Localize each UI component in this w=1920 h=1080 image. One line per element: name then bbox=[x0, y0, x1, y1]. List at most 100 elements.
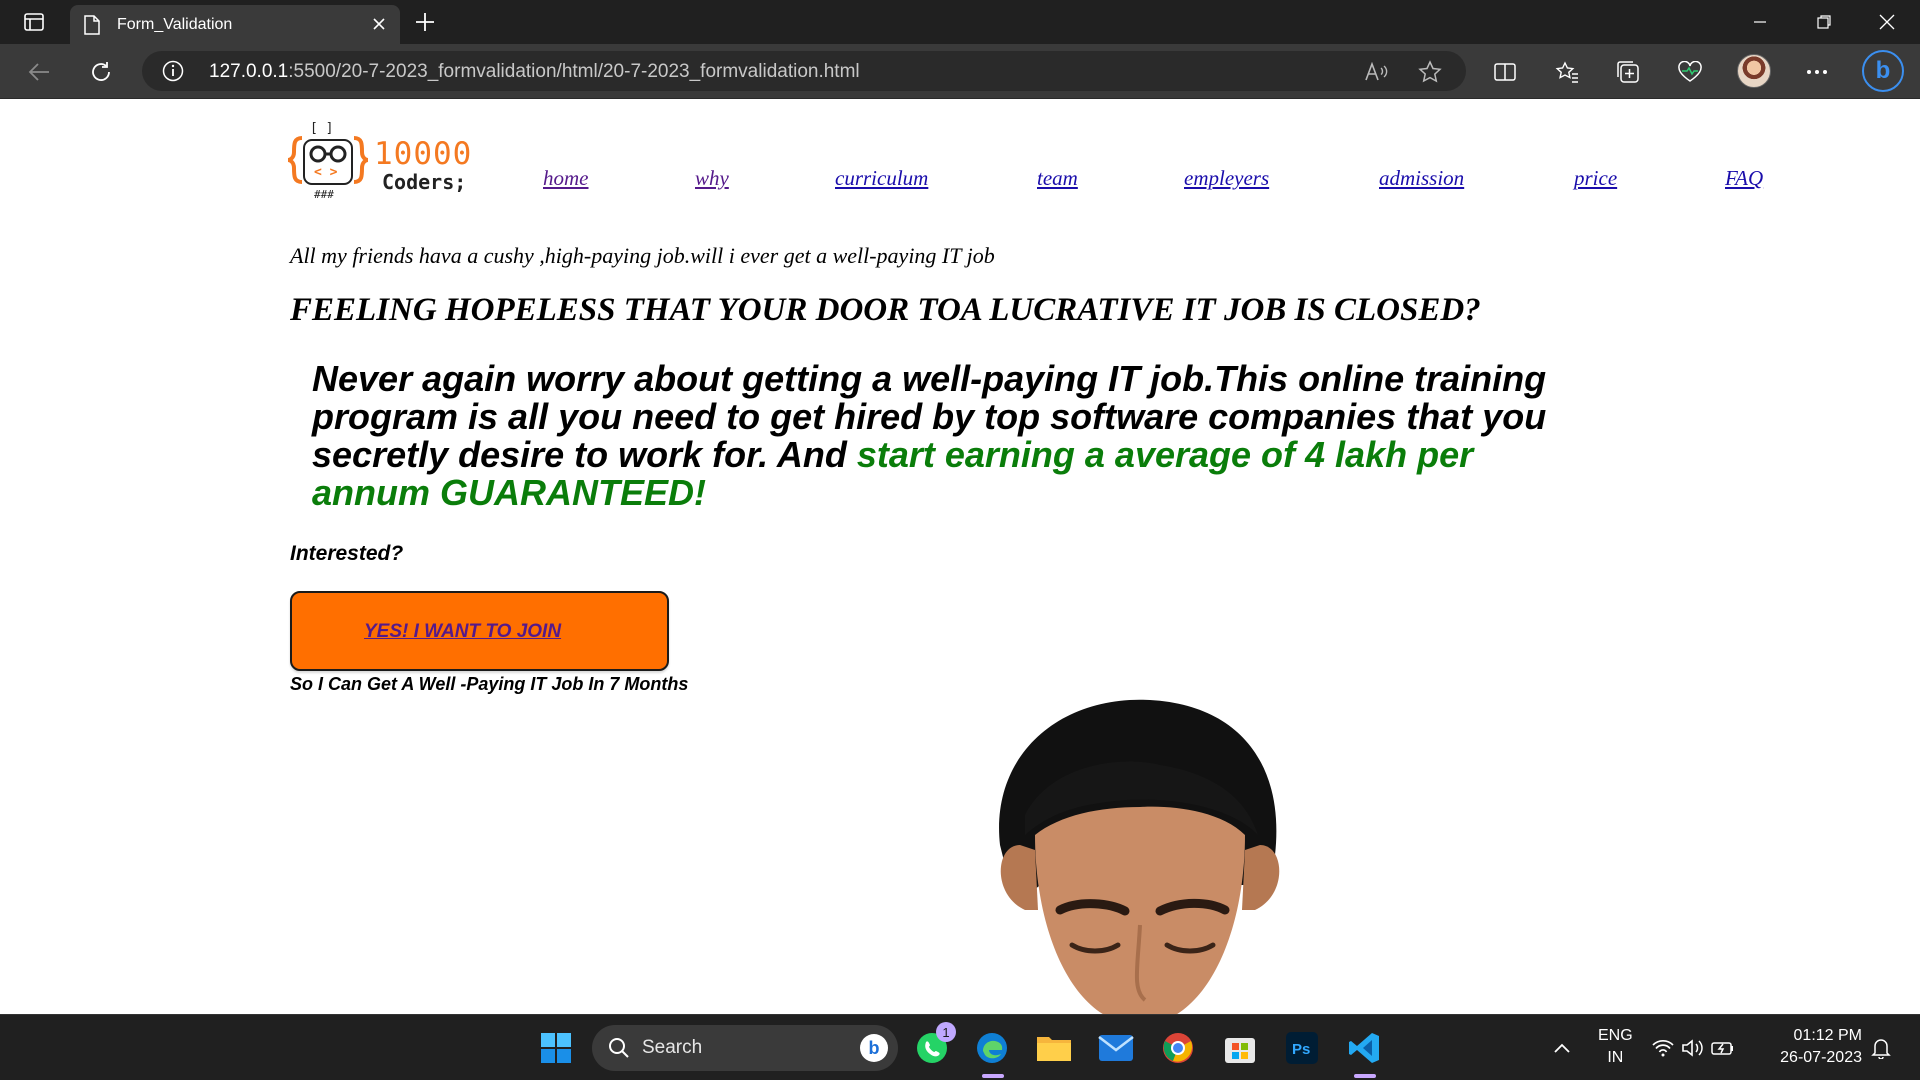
bing-icon: b bbox=[1875, 57, 1891, 84]
favorite-star-button[interactable] bbox=[1416, 58, 1444, 86]
windows-logo-icon bbox=[541, 1033, 571, 1063]
more-dots-icon bbox=[1807, 70, 1827, 74]
system-status-button[interactable] bbox=[1645, 1026, 1741, 1070]
show-hidden-icons-button[interactable] bbox=[1540, 1026, 1584, 1070]
profile-avatar[interactable] bbox=[1737, 54, 1771, 88]
star-icon bbox=[1418, 60, 1442, 83]
new-tab-button[interactable] bbox=[410, 9, 440, 35]
nav-link-price[interactable]: price bbox=[1574, 166, 1617, 191]
page-icon bbox=[84, 15, 100, 35]
edge-taskbar-button[interactable] bbox=[970, 1026, 1014, 1078]
tab-close-button[interactable] bbox=[368, 13, 390, 35]
edge-icon bbox=[977, 1033, 1007, 1063]
nav-link-team[interactable]: team bbox=[1037, 166, 1078, 191]
whatsapp-taskbar-button[interactable]: 1 bbox=[910, 1022, 956, 1070]
active-app-indicator bbox=[1354, 1074, 1376, 1078]
file-explorer-taskbar-button[interactable] bbox=[1032, 1026, 1076, 1070]
join-button-label[interactable]: YES! I WANT TO JOIN bbox=[364, 621, 561, 643]
minimize-button[interactable] bbox=[1730, 0, 1790, 44]
tab-title: Form_Validation bbox=[117, 16, 233, 33]
notifications-button[interactable] bbox=[1866, 1026, 1896, 1070]
svg-text:###: ### bbox=[314, 188, 334, 201]
clock-time: 01:12 PM bbox=[1793, 1027, 1862, 1044]
plus-icon bbox=[416, 13, 434, 31]
address-bar[interactable]: 127.0.0.1:5500/20-7-2023_formvalidation/… bbox=[142, 51, 1466, 91]
url-path: :5500/20-7-2023_formvalidation/html/20-7… bbox=[288, 61, 860, 82]
input-language-indicator[interactable]: ENG IN bbox=[1598, 1025, 1633, 1069]
wifi-icon bbox=[1652, 1039, 1674, 1057]
nav-link-employers[interactable]: empleyers bbox=[1184, 166, 1269, 191]
active-app-indicator bbox=[982, 1074, 1004, 1078]
system-clock[interactable]: 01:12 PM 26-07-2023 bbox=[1768, 1025, 1862, 1069]
heart-pulse-icon bbox=[1678, 61, 1702, 82]
browser-essentials-button[interactable] bbox=[1673, 55, 1707, 89]
student-photo bbox=[999, 699, 1280, 1014]
read-aloud-icon bbox=[1365, 62, 1388, 81]
svg-text:[ ]: [ ] bbox=[310, 121, 333, 136]
mail-icon bbox=[1098, 1035, 1134, 1061]
store-icon bbox=[1225, 1038, 1255, 1063]
split-screen-icon bbox=[1494, 63, 1516, 81]
back-button[interactable] bbox=[22, 55, 56, 89]
svg-text:< >: < > bbox=[314, 165, 338, 180]
photoshop-label: Ps bbox=[1292, 1041, 1310, 1058]
collections-button[interactable] bbox=[1611, 55, 1645, 89]
vscode-icon bbox=[1349, 1033, 1379, 1063]
store-taskbar-button[interactable] bbox=[1218, 1026, 1262, 1070]
settings-more-button[interactable] bbox=[1800, 55, 1834, 89]
close-icon bbox=[1879, 14, 1895, 30]
restore-icon bbox=[1817, 15, 1831, 29]
chrome-icon bbox=[1163, 1033, 1193, 1063]
search-icon bbox=[609, 1038, 629, 1058]
nav-link-curriculum[interactable]: curriculum bbox=[835, 166, 928, 191]
folder-icon bbox=[1037, 1037, 1071, 1061]
browser-tab-active[interactable]: Form_Validation bbox=[70, 5, 400, 44]
collections-icon bbox=[1617, 61, 1639, 83]
site-logo[interactable]: [ ] < > ### 10000 Coders; bbox=[288, 118, 488, 204]
back-arrow-icon bbox=[28, 63, 49, 81]
photoshop-taskbar-button[interactable]: Ps bbox=[1280, 1026, 1324, 1070]
search-label: Search bbox=[642, 1037, 703, 1058]
windows-taskbar: Search b 1 Ps ENG IN 01:12 PM 26-07-2023 bbox=[0, 1014, 1920, 1080]
tab-actions-button[interactable] bbox=[14, 9, 54, 35]
start-button[interactable] bbox=[534, 1026, 578, 1070]
notification-bell-icon bbox=[1871, 1039, 1891, 1059]
logo-subtitle: Coders; bbox=[382, 170, 467, 194]
taskbar-search[interactable]: Search b bbox=[592, 1025, 898, 1071]
region-code: IN bbox=[1607, 1049, 1624, 1066]
speaker-icon bbox=[1682, 1039, 1703, 1057]
read-aloud-button[interactable] bbox=[1362, 58, 1390, 86]
restore-button[interactable] bbox=[1794, 0, 1854, 44]
vscode-taskbar-button[interactable] bbox=[1342, 1026, 1386, 1078]
nav-link-why[interactable]: why bbox=[695, 166, 729, 191]
logo-number: 10000 bbox=[374, 136, 473, 172]
nav-link-home[interactable]: home bbox=[543, 166, 589, 191]
nav-link-admission[interactable]: admission bbox=[1379, 166, 1464, 191]
photoshop-icon: Ps bbox=[1286, 1032, 1318, 1064]
url-host: 127.0.0.1 bbox=[209, 61, 289, 82]
bing-copilot-button[interactable]: b bbox=[1862, 50, 1904, 92]
split-screen-button[interactable] bbox=[1488, 55, 1522, 89]
close-icon bbox=[373, 18, 385, 30]
tab-actions-icon bbox=[24, 13, 44, 31]
favorites-icon bbox=[1555, 61, 1578, 83]
join-subtext: So I Can Get A Well -Paying IT Job In 7 … bbox=[290, 674, 689, 694]
coders-logo-icon: [ ] < > ### bbox=[288, 121, 369, 201]
battery-icon bbox=[1711, 1042, 1733, 1055]
interested-label: Interested? bbox=[290, 542, 404, 565]
site-info-icon bbox=[162, 60, 184, 82]
chrome-taskbar-button[interactable] bbox=[1156, 1026, 1200, 1070]
close-window-button[interactable] bbox=[1857, 0, 1917, 44]
mail-taskbar-button[interactable] bbox=[1094, 1026, 1138, 1070]
refresh-button[interactable] bbox=[84, 55, 118, 89]
chevron-up-icon bbox=[1554, 1043, 1570, 1053]
favorites-button[interactable] bbox=[1550, 55, 1584, 89]
clock-date: 26-07-2023 bbox=[1780, 1049, 1862, 1066]
nav-link-faq[interactable]: FAQ bbox=[1725, 166, 1763, 191]
intro-line: All my friends hava a cushy ,high-paying… bbox=[290, 243, 995, 268]
join-button[interactable]: YES! I WANT TO JOIN bbox=[290, 591, 669, 671]
language-code: ENG bbox=[1598, 1027, 1633, 1044]
promo-paragraph: Never again worry about getting a well-p… bbox=[312, 360, 1552, 512]
browser-tab-strip: Form_Validation bbox=[0, 0, 1920, 44]
main-headline: FEELING HOPELESS THAT YOUR DOOR TOA LUCR… bbox=[290, 292, 1481, 328]
